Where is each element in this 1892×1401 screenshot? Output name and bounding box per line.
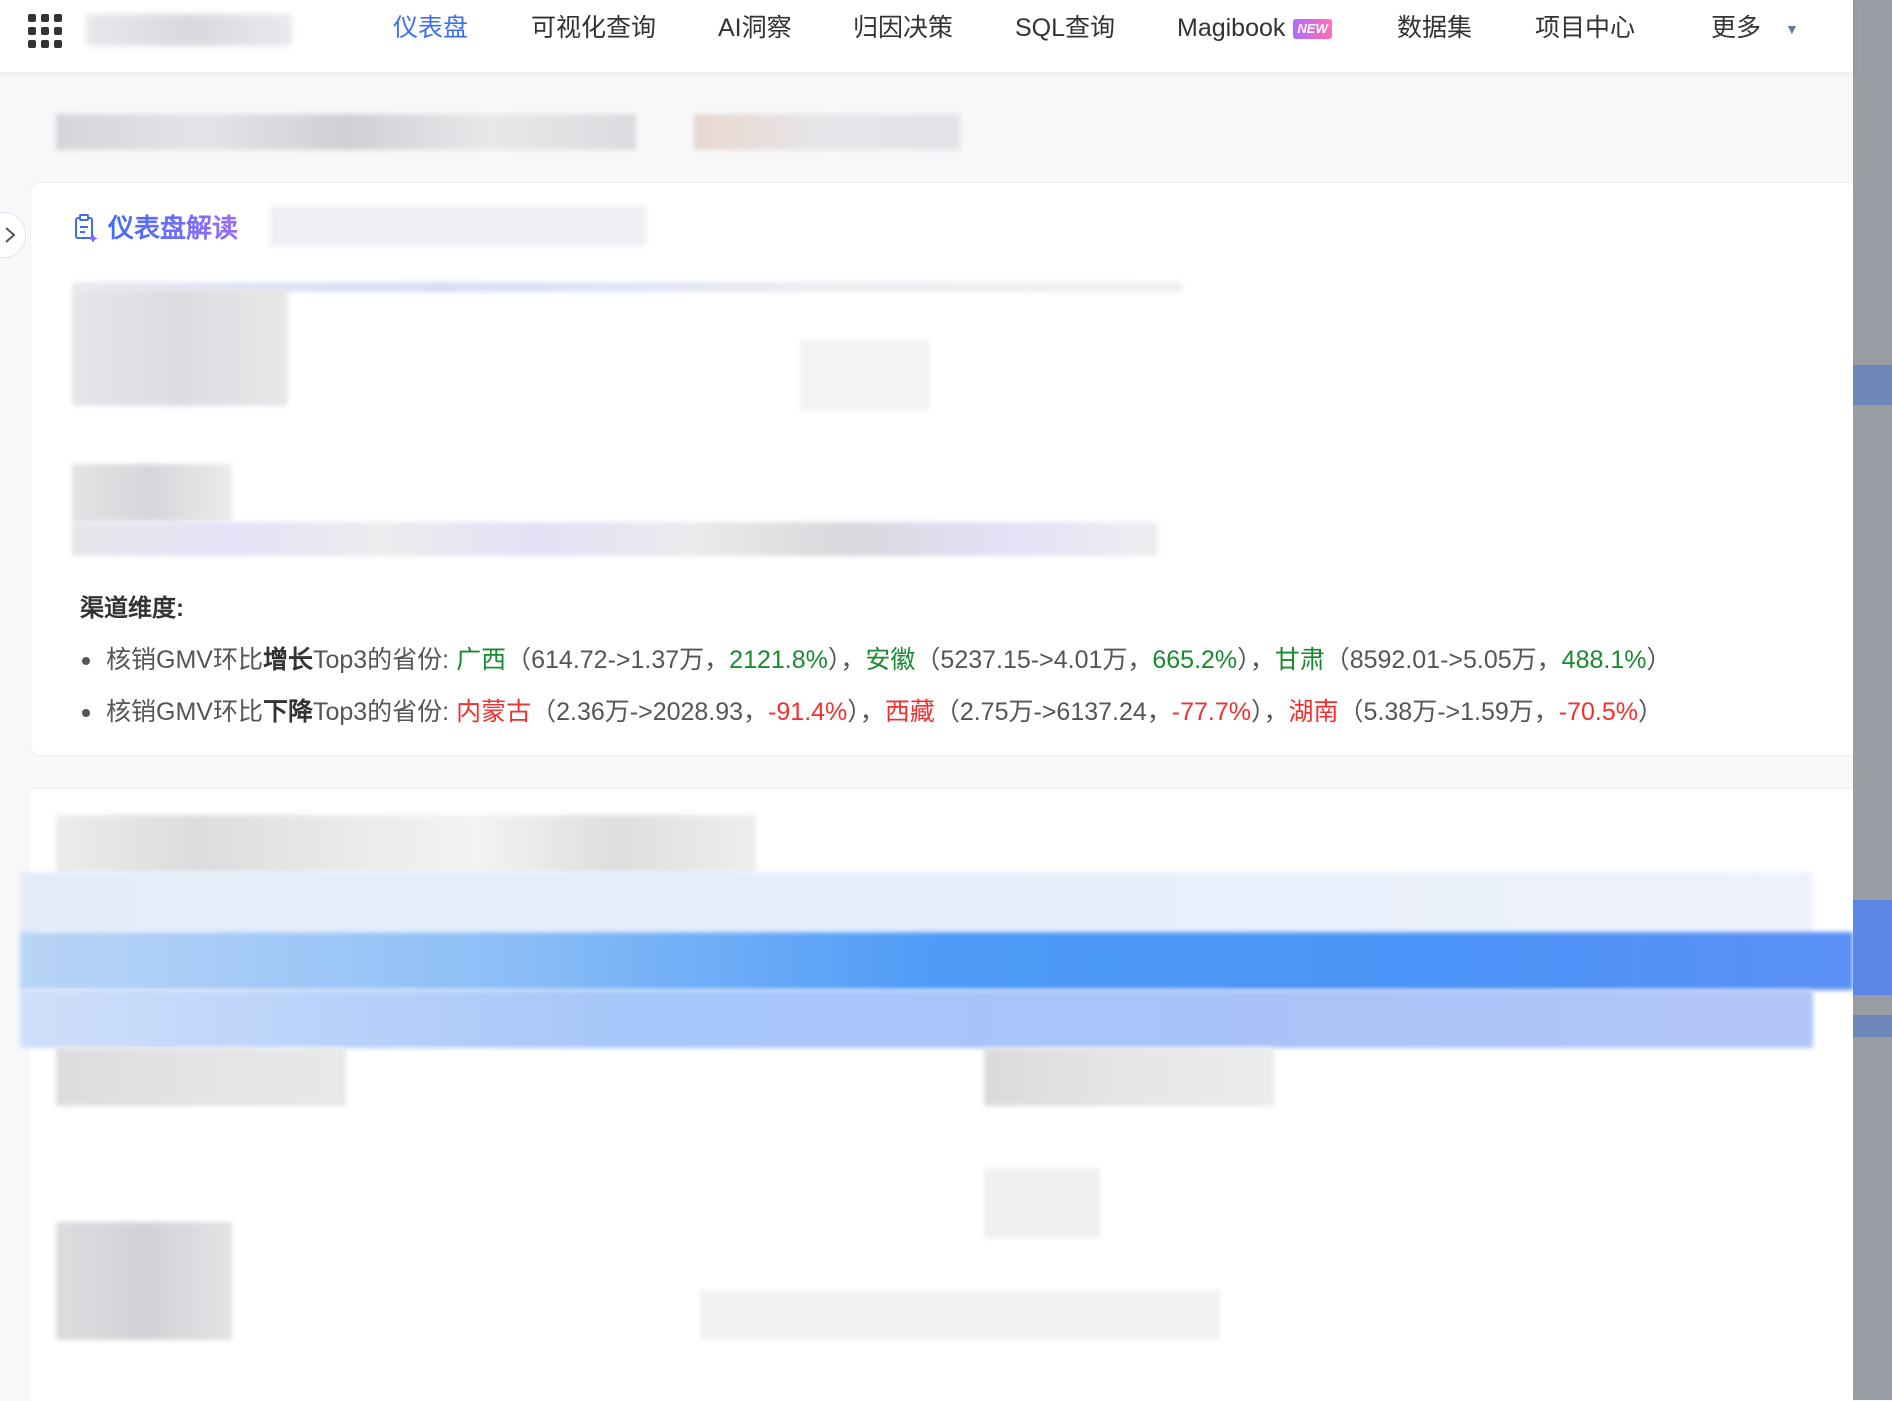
new-badge: NEW	[1293, 19, 1332, 40]
nav-more[interactable]: 更多 ▼	[1711, 10, 1799, 46]
chevron-down-icon: ▼	[1785, 21, 1799, 38]
brand-logo-blurred	[86, 14, 292, 46]
province-detail: （5237.15->4.01万，	[915, 646, 1153, 674]
blurred-text	[800, 340, 930, 410]
nav-more-label: 更多	[1711, 14, 1762, 42]
blurred-text	[72, 290, 288, 406]
insight-row-decrease: 核销GMV环比下降Top3的省份: 内蒙古（2.36万->2028.93，-91…	[82, 692, 1663, 728]
province-detail: （8592.01->5.05万，	[1324, 646, 1562, 674]
row-prefix: 核销GMV环比	[106, 646, 263, 674]
province-detail: （2.36万->2028.93，	[531, 698, 769, 726]
province-name: 西藏	[884, 698, 935, 726]
document-sparkle-icon	[75, 214, 98, 242]
expand-sidebar-button[interactable]	[0, 212, 26, 258]
row-suffix: Top3的省份:	[312, 698, 450, 726]
app-grid-icon[interactable]	[28, 14, 62, 48]
province-pct: -70.5%	[1558, 698, 1639, 726]
blurred-row	[20, 872, 1813, 932]
dashboard-header-blurred	[56, 114, 636, 150]
blurred-text	[984, 1168, 1100, 1238]
blurred-text	[56, 815, 756, 873]
province-pct: -77.7%	[1171, 698, 1251, 726]
province-close: ）	[1646, 646, 1672, 674]
nav-magibook[interactable]: Magibook NEW	[1177, 10, 1332, 46]
nav-attribution[interactable]: 归因决策	[853, 10, 953, 46]
blurred-text	[72, 464, 232, 522]
province-close: ）	[827, 646, 841, 674]
province-name: 安徽	[865, 646, 916, 674]
province-detail: （614.72->1.37万，	[506, 646, 730, 674]
nav-visual-query[interactable]: 可视化查询	[531, 10, 656, 46]
province-name: 湖南	[1288, 698, 1339, 726]
separator: ，	[1263, 698, 1289, 726]
insight-subtitle-blurred	[270, 206, 646, 246]
province-detail: （5.38万->1.59万，	[1338, 698, 1559, 726]
nav-magibook-label: Magibook	[1177, 14, 1286, 42]
separator: ，	[840, 646, 866, 674]
row-keyword: 下降	[262, 698, 313, 726]
province-pct: 665.2%	[1152, 646, 1238, 674]
nav-project-center[interactable]: 项目中心	[1535, 10, 1635, 46]
province-name: 甘肃	[1274, 646, 1325, 674]
overlay-strip	[1853, 900, 1892, 995]
overlay-strip	[1853, 365, 1892, 405]
nav-datasets[interactable]: 数据集	[1397, 10, 1472, 46]
overlay-strip	[1853, 1015, 1892, 1037]
row-suffix: Top3的省份:	[312, 646, 450, 674]
section-label-channel: 渠道维度:	[80, 595, 184, 622]
right-overlay	[1853, 0, 1892, 1400]
province-close: ）	[1638, 698, 1664, 726]
blurred-text	[56, 1048, 346, 1106]
province-close: ）	[1237, 646, 1250, 674]
blurred-text	[72, 522, 1158, 556]
blurred-text	[56, 1222, 232, 1340]
nav-dashboard[interactable]: 仪表盘	[393, 10, 468, 46]
insight-title: 仪表盘解读	[108, 208, 238, 248]
separator: ，	[859, 698, 885, 726]
province-name: 广西	[456, 646, 507, 674]
bullet-icon	[82, 709, 90, 718]
dashboard-header-blurred	[694, 114, 960, 150]
province-pct: -91.4%	[768, 698, 848, 726]
insight-row-increase: 核销GMV环比增长Top3的省份: 广西（614.72->1.37万，2121.…	[82, 640, 1671, 676]
chevron-right-icon	[5, 227, 16, 243]
row-prefix: 核销GMV环比	[106, 698, 263, 726]
province-close: ）	[1251, 698, 1264, 726]
bullet-icon	[82, 657, 90, 666]
row-keyword: 增长	[262, 646, 313, 674]
province-pct: 488.1%	[1561, 646, 1647, 674]
blurred-row	[20, 990, 1813, 1048]
province-pct: 2121.8%	[729, 646, 828, 674]
blurred-text	[700, 1290, 1220, 1340]
blurred-text	[984, 1048, 1274, 1106]
province-name: 内蒙古	[456, 698, 532, 726]
blurred-row-highlight	[20, 932, 1853, 990]
province-detail: （2.75万->6137.24，	[934, 698, 1172, 726]
separator: ，	[1249, 646, 1275, 674]
top-nav-bar: 仪表盘 可视化查询 AI洞察 归因决策 SQL查询 Magibook NEW 数据…	[0, 0, 1853, 72]
province-close: ）	[847, 698, 860, 726]
nav-sql-query[interactable]: SQL查询	[1015, 10, 1115, 46]
nav-ai-insight[interactable]: AI洞察	[718, 10, 792, 46]
